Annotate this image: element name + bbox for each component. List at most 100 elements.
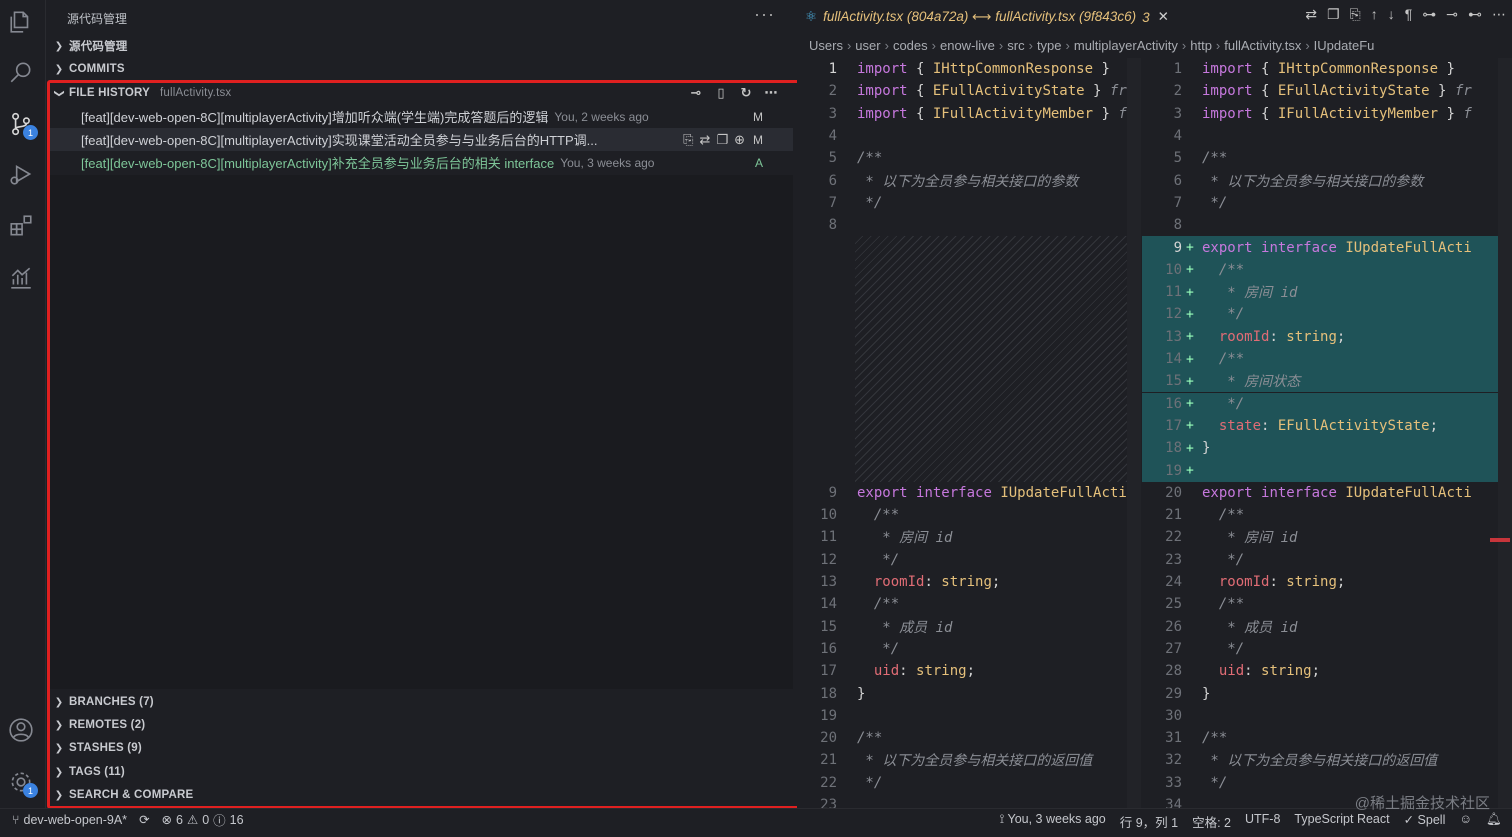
- scrollbar[interactable]: [1498, 58, 1512, 808]
- section-commits[interactable]: ❯ COMMITS: [47, 58, 793, 80]
- line-number: 9: [1173, 239, 1182, 256]
- line-number: 27: [1165, 640, 1182, 657]
- language-mode[interactable]: TypeScript React: [1294, 812, 1389, 831]
- section-tags[interactable]: ❯ TAGS (11): [47, 761, 793, 783]
- diff-placeholder-hatch: [855, 236, 1137, 482]
- spell-check[interactable]: ✓ Spell: [1404, 812, 1446, 831]
- pilcrow-icon[interactable]: ¶: [1405, 6, 1413, 23]
- breadcrumb-item[interactable]: http: [1190, 38, 1212, 53]
- commit-next-icon[interactable]: ⊷: [1468, 6, 1482, 23]
- globe-icon[interactable]: ⊕: [734, 132, 745, 148]
- breadcrumb-item[interactable]: Users: [809, 38, 843, 53]
- run-debug-icon[interactable]: [7, 160, 35, 188]
- code-text: */: [1202, 774, 1228, 791]
- indent-spaces[interactable]: 空格: 2: [1192, 812, 1231, 831]
- compare-icon[interactable]: ⇄: [700, 132, 711, 148]
- open-file-icon[interactable]: ▯: [713, 85, 729, 101]
- branch-indicator[interactable]: ⑂ dev-web-open-9A*: [12, 813, 127, 827]
- blame-text: You, 3 weeks ago: [1007, 812, 1106, 826]
- line-number: 1: [1173, 61, 1182, 78]
- section-remotes[interactable]: ❯ REMOTES (2): [47, 714, 793, 736]
- explorer-icon[interactable]: [7, 8, 35, 36]
- line-number: 10: [1165, 261, 1182, 278]
- account-icon[interactable]: [7, 716, 35, 744]
- more-icon[interactable]: ⋯: [763, 85, 779, 101]
- commit-row[interactable]: [feat][dev-web-open-8C][multiplayerActiv…: [47, 151, 793, 174]
- section-label: COMMITS: [69, 63, 125, 75]
- code-text: /**: [1218, 596, 1245, 613]
- breadcrumb-item[interactable]: type: [1037, 38, 1062, 53]
- line-number: 11: [1165, 284, 1182, 301]
- code-text: */: [873, 640, 900, 657]
- extensions-icon[interactable]: [7, 212, 35, 240]
- line-number: 23: [1165, 551, 1182, 568]
- diff-marker: +: [1186, 373, 1194, 389]
- bell-icon[interactable]: 🔔︎: [1486, 812, 1502, 831]
- commit-prev-icon[interactable]: ⊶: [1422, 6, 1436, 23]
- pin-icon[interactable]: ⊸: [688, 85, 704, 101]
- commit-row[interactable]: [feat][dev-web-open-8C][multiplayerActiv…: [47, 128, 793, 151]
- breadcrumb-separator: ›: [1305, 38, 1310, 53]
- breadcrumb-item[interactable]: multiplayerActivity: [1074, 38, 1178, 53]
- code-line: 25 /**: [1142, 593, 1512, 615]
- copy-icon[interactable]: ❐: [716, 132, 728, 148]
- breadcrumb-separator: ›: [931, 38, 936, 53]
- section-stashes[interactable]: ❯ STASHES (9): [47, 737, 793, 759]
- sidebar: 源代码管理 ··· ❯ 源代码管理 ❯ COMMITS ❯ FILE HISTO…: [47, 0, 793, 808]
- line-number: 16: [820, 640, 837, 657]
- line-number: 5: [1173, 150, 1182, 167]
- sidebar-more-icon[interactable]: ···: [754, 4, 775, 25]
- search-icon[interactable]: [7, 58, 35, 86]
- commit-row[interactable]: [feat][dev-web-open-8C][multiplayerActiv…: [47, 105, 793, 128]
- breadcrumb-item[interactable]: fullActivity.tsx: [1224, 38, 1301, 53]
- section-source-control[interactable]: ❯ 源代码管理: [47, 35, 793, 57]
- arrow-down-icon[interactable]: ↓: [1388, 6, 1395, 23]
- arrow-up-icon[interactable]: ↑: [1371, 6, 1378, 23]
- breadcrumb-item[interactable]: IUpdateFu: [1314, 38, 1375, 53]
- commit-status: A: [754, 155, 763, 170]
- open-changes-icon[interactable]: ⎘: [1350, 6, 1361, 23]
- settings-gear-icon[interactable]: 1: [7, 768, 38, 798]
- open-file-icon[interactable]: ❐: [1327, 6, 1340, 23]
- encoding[interactable]: UTF-8: [1245, 812, 1280, 831]
- chevron-right-icon: ❯: [54, 719, 64, 731]
- sync-icon[interactable]: ⟳: [139, 812, 149, 827]
- more-icon[interactable]: ⋯: [1492, 6, 1506, 23]
- breadcrumb-item[interactable]: codes: [893, 38, 928, 53]
- section-branches[interactable]: ❯ BRANCHES (7): [47, 691, 793, 713]
- line-number: 28: [1165, 663, 1182, 680]
- line-number: 22: [1165, 529, 1182, 546]
- diff-marker: +: [1186, 463, 1194, 479]
- cursor-position[interactable]: 行 9，列 1: [1120, 812, 1178, 831]
- close-icon[interactable]: ✕: [1158, 9, 1169, 25]
- gitlens-icon[interactable]: [7, 264, 35, 292]
- code-line-added: 9 + export interface IUpdateFullActi: [1142, 236, 1512, 259]
- compare-icon[interactable]: ⇄: [1305, 6, 1317, 23]
- chevron-right-icon: ❯: [54, 40, 64, 52]
- diff-pane-right[interactable]: 34 33 */32 * 以下为全员参与相关接口的返回值 31/** 30 29} 28 …: [1142, 58, 1512, 808]
- tab-diff[interactable]: ⚛ fullActivity.tsx (804a72a) ⟷ fullActiv…: [797, 0, 1177, 34]
- open-changes-icon[interactable]: ⎘: [683, 132, 693, 148]
- feedback-icon[interactable]: ☺: [1459, 812, 1472, 831]
- breadcrumb-item[interactable]: enow-live: [940, 38, 995, 53]
- diff-pane-left[interactable]: 23 22 */21 * 以下为全员参与相关接口的返回值 20/** 19 18} 17 …: [797, 58, 1141, 808]
- refresh-icon[interactable]: ↻: [738, 85, 754, 101]
- line-number: 6: [1173, 172, 1182, 189]
- section-file-history[interactable]: ❯ FILE HISTORY fullActivity.tsx ⊸ ▯ ↻ ⋯: [47, 82, 793, 104]
- problems-indicator[interactable]: ⊗ 6 ⚠ 0 ⓘ 16: [162, 810, 244, 829]
- line-number: 32: [1165, 752, 1182, 769]
- commit-status: M: [753, 132, 763, 147]
- breadcrumb-separator: ›: [998, 38, 1004, 53]
- breadcrumb-item[interactable]: user: [855, 38, 880, 53]
- scrollbar[interactable]: [1127, 58, 1141, 808]
- section-search-compare[interactable]: ❯ SEARCH & COMPARE: [47, 784, 793, 806]
- source-control-icon[interactable]: 1: [7, 110, 38, 140]
- code-line: 11 * 房间 id: [797, 526, 1141, 548]
- code-text: * 以下为全员参与相关接口的返回值: [857, 753, 1093, 770]
- blame-info[interactable]: ⟟ You, 3 weeks ago: [1000, 812, 1106, 831]
- commit-icon[interactable]: ⊸: [1446, 6, 1458, 23]
- chevron-down-icon: ❯: [53, 88, 65, 98]
- breadcrumb-item[interactable]: src: [1007, 38, 1024, 53]
- activity-bar: 1 1: [0, 0, 46, 808]
- commit-row-tools: ⎘ ⇄ ❐ ⊕: [683, 132, 745, 148]
